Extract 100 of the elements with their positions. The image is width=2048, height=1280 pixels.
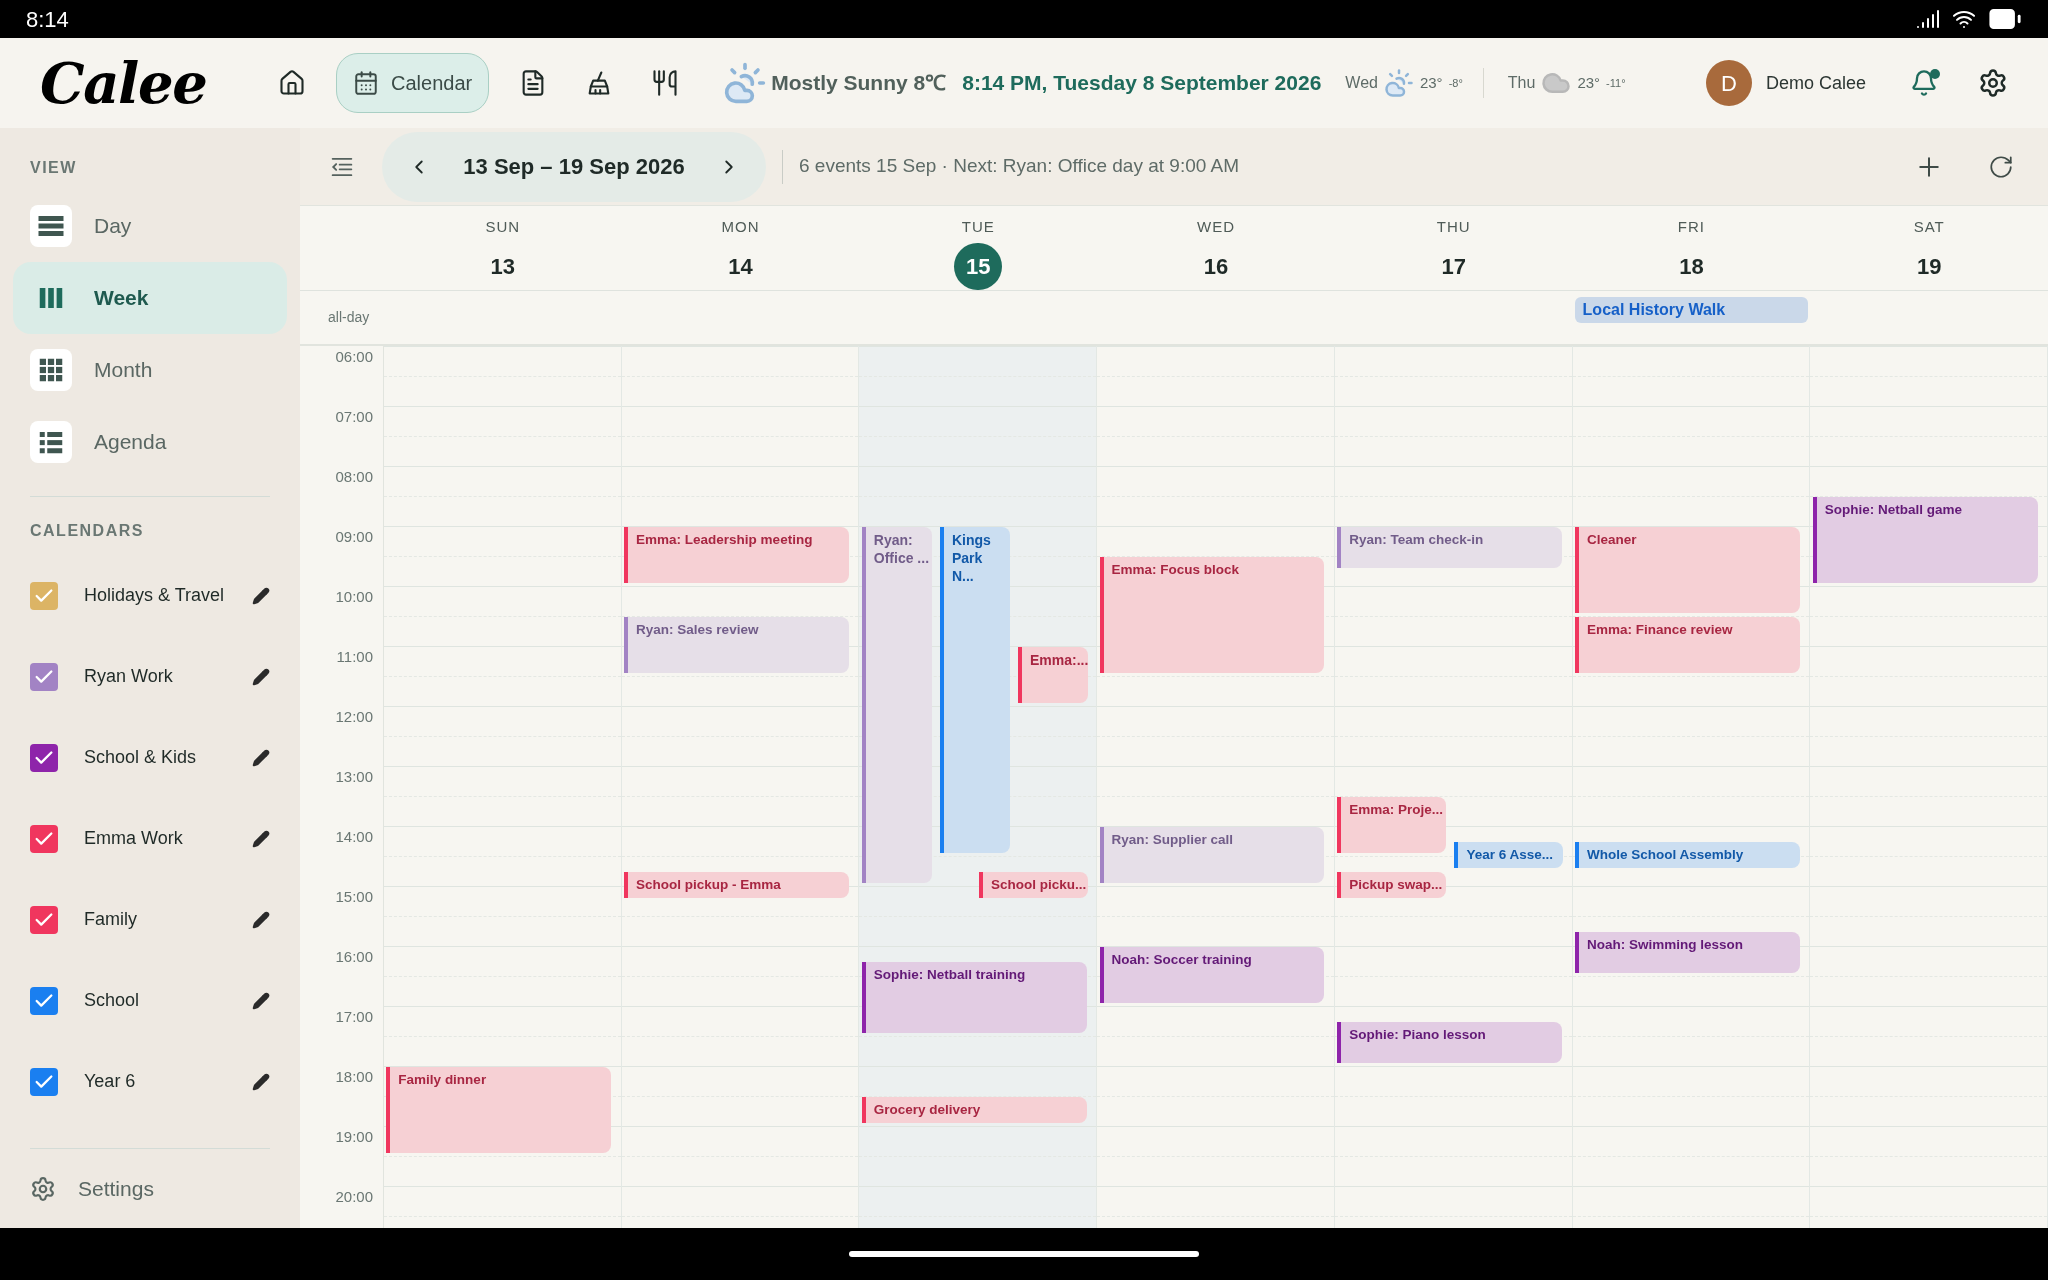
all-day-event[interactable]: Local History Walk: [1574, 297, 1809, 323]
settings-icon: [1978, 68, 2008, 98]
event-card[interactable]: Emma: Proje...: [1337, 797, 1447, 853]
forecast-day: Wed: [1345, 71, 1378, 95]
calendar-nav-button[interactable]: Calendar: [336, 53, 490, 113]
bell-icon: [1910, 69, 1938, 97]
event-card[interactable]: Kings Park N...: [939, 527, 1010, 853]
app-logo: Calee: [40, 49, 208, 118]
event-card[interactable]: Year 6 Asse...: [1454, 842, 1564, 868]
weekday-label: MON: [721, 217, 760, 237]
event-card[interactable]: Noah: Swimming lesson: [1574, 932, 1800, 973]
event-card[interactable]: Family dinner: [386, 1067, 612, 1153]
calendar-checkbox[interactable]: [30, 905, 58, 934]
hour-label: 12:00: [335, 709, 373, 727]
hour-label: 10:00: [335, 589, 373, 607]
section-heading: CALENDARS: [29, 521, 145, 541]
refresh-button[interactable]: [1988, 153, 2014, 180]
event-card[interactable]: Emma:...: [1018, 647, 1088, 703]
day-number[interactable]: 15: [954, 242, 1003, 290]
forecast-low: -8°: [1448, 75, 1463, 91]
event-card[interactable]: Whole School Assembly: [1574, 842, 1800, 868]
weekday-label: WED: [1197, 217, 1235, 237]
edit-icon[interactable]: [252, 991, 270, 1010]
calendar-checkbox[interactable]: [30, 662, 58, 691]
hour-label: 07:00: [335, 409, 373, 427]
weather-condition: Mostly Sunny 8℃: [771, 70, 947, 97]
hour-label: 11:00: [336, 649, 373, 667]
event-card[interactable]: Sophie: Netball game: [1812, 497, 2038, 583]
edit-icon[interactable]: [252, 829, 270, 848]
weekday-label: SUN: [485, 217, 521, 237]
day-number[interactable]: 19: [1905, 242, 1954, 290]
home-icon: [278, 69, 306, 97]
hour-label: 06:00: [335, 349, 373, 367]
calendar-name: School & Kids: [84, 746, 198, 769]
calendar-name: Family: [84, 908, 138, 931]
day-number[interactable]: 14: [716, 242, 765, 290]
weekday-label: THU: [1436, 217, 1471, 237]
user-avatar[interactable]: D: [1705, 60, 1752, 106]
hour-label: 17:00: [335, 1009, 373, 1027]
hour-label: 13:00: [335, 769, 373, 787]
calendar-icon: [353, 70, 379, 96]
event-card[interactable]: Ryan: Team check-in: [1337, 527, 1563, 568]
fork-knife-icon: [651, 69, 680, 97]
all-day-label: all-day: [328, 308, 370, 327]
event-card[interactable]: Emma: Focus block: [1099, 557, 1325, 673]
event-card[interactable]: Emma: Finance review: [1574, 617, 1800, 673]
partly-cloudy-icon: [723, 61, 768, 105]
hour-label: 20:00: [335, 1189, 373, 1207]
day-number[interactable]: 17: [1429, 242, 1478, 290]
event-card[interactable]: Cleaner: [1574, 527, 1800, 613]
weekday-label: TUE: [961, 217, 995, 237]
calendar-name: Year 6: [84, 1070, 137, 1093]
view-option[interactable]: Week: [13, 262, 287, 334]
event-card[interactable]: School pickup - Emma: [624, 872, 849, 898]
day-number[interactable]: 13: [478, 242, 527, 290]
event-card[interactable]: Emma: Leadership meeting: [624, 527, 849, 583]
day-number[interactable]: 16: [1192, 242, 1240, 290]
calendar-checkbox[interactable]: [30, 743, 58, 772]
date-range: 13 Sep – 19 Sep 2026: [463, 153, 685, 181]
notifications-button[interactable]: [1910, 69, 1938, 97]
calendar-name: Emma Work: [84, 827, 184, 850]
calendar-name: School: [84, 989, 141, 1012]
event-card[interactable]: Noah: Soccer training: [1099, 947, 1325, 1003]
forecast-high: 23°: [1577, 72, 1601, 93]
view-option[interactable]: Day: [13, 190, 287, 262]
event-card[interactable]: Ryan: Office ...: [861, 527, 932, 883]
event-card[interactable]: School picku...: [978, 872, 1088, 898]
weekday-label: SAT: [1913, 217, 1945, 237]
calendar-name: Holidays & Travel: [84, 584, 226, 607]
edit-icon[interactable]: [252, 910, 270, 929]
weekday-label: FRI: [1677, 217, 1706, 237]
view-option[interactable]: Agenda: [13, 406, 287, 478]
calendar-checkbox[interactable]: [30, 1067, 58, 1096]
calendar-checkbox[interactable]: [30, 986, 58, 1015]
forecast-day: Thu: [1507, 71, 1536, 95]
edit-icon[interactable]: [252, 1072, 270, 1091]
section-heading: VIEW: [29, 158, 78, 178]
partly-cloudy-icon: [1383, 68, 1414, 98]
forecast-low: -11°: [1606, 75, 1626, 91]
event-card[interactable]: Sophie: Piano lesson: [1337, 1022, 1563, 1063]
settings-link[interactable]: Settings: [13, 1173, 287, 1205]
edit-icon[interactable]: [252, 586, 270, 605]
settings-icon: [30, 1175, 56, 1202]
edit-icon[interactable]: [252, 748, 270, 767]
user-name: Demo Calee: [1765, 71, 1866, 95]
view-option[interactable]: Month: [13, 334, 287, 406]
event-card[interactable]: Ryan: Sales review: [624, 617, 849, 673]
settings-button[interactable]: [1978, 68, 2008, 98]
hour-label: 19:00: [335, 1129, 373, 1147]
signal-icon: [1916, 7, 1940, 31]
event-card[interactable]: Grocery delivery: [861, 1097, 1087, 1123]
event-card[interactable]: Sophie: Netball training: [861, 962, 1087, 1033]
hour-label: 16:00: [335, 949, 373, 967]
hour-label: 09:00: [335, 529, 373, 547]
event-card[interactable]: Ryan: Supplier call: [1099, 827, 1325, 883]
edit-icon[interactable]: [252, 667, 270, 686]
event-card[interactable]: Pickup swap...: [1337, 872, 1447, 898]
calendar-checkbox[interactable]: [30, 824, 58, 853]
day-number[interactable]: 18: [1667, 242, 1716, 290]
calendar-checkbox[interactable]: [30, 581, 58, 610]
